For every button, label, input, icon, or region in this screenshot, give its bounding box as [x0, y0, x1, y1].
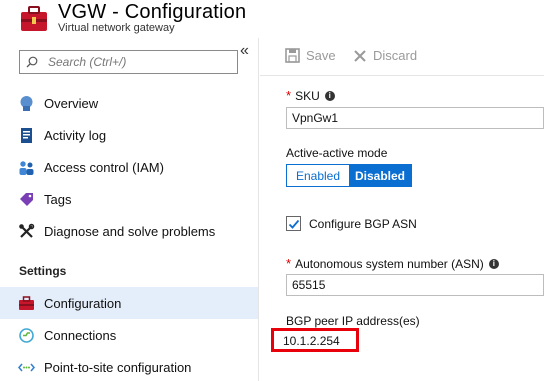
sku-field[interactable]: VpnGw1 — [286, 107, 544, 129]
info-icon[interactable]: i — [488, 258, 499, 269]
checkmark-icon — [288, 219, 299, 229]
info-icon[interactable]: i — [324, 90, 335, 101]
active-active-toggle: Enabled Disabled — [286, 164, 412, 187]
page-subtitle: Virtual network gateway — [58, 22, 175, 34]
page-title: VGW - Configuration — [58, 1, 247, 23]
sidebar-item-overview[interactable]: Overview — [0, 87, 258, 119]
toolbox-icon — [18, 295, 35, 312]
bgp-peer-label: BGP peer IP address(es) — [286, 314, 420, 328]
save-label: Save — [306, 48, 336, 63]
wrench-icon — [18, 223, 35, 240]
configure-bgp-label[interactable]: Configure BGP ASN — [309, 217, 417, 231]
vpn-gateway-icon — [21, 6, 47, 31]
sku-label: * SKU i — [286, 88, 335, 103]
sidebar-item-label: Overview — [44, 95, 99, 111]
configuration-panel: Save Discard * SKU i VpnGw1 Active-activ… — [260, 38, 544, 381]
sidebar-item-access-control[interactable]: Access control (IAM) — [0, 151, 258, 183]
sku-label-text: SKU — [295, 88, 320, 103]
close-icon — [354, 49, 366, 62]
settings-section-header: Settings — [19, 264, 67, 278]
command-bar: Save Discard — [260, 38, 544, 76]
people-icon — [18, 159, 35, 176]
sidebar-item-point-to-site[interactable]: Point-to-site configuration — [0, 351, 258, 381]
connections-icon — [18, 327, 35, 344]
sidebar-item-label: Activity log — [44, 127, 107, 143]
point-to-site-icon — [18, 359, 35, 376]
sidebar-item-activity-log[interactable]: Activity log — [0, 119, 258, 151]
collapse-menu-button[interactable]: « — [240, 42, 249, 60]
activity-log-icon — [18, 127, 35, 144]
search-placeholder: Search (Ctrl+/) — [48, 55, 127, 69]
sidebar-item-label: Diagnose and solve problems — [44, 223, 216, 239]
resource-menu: « Search (Ctrl+/) Overview Activity log … — [0, 38, 259, 381]
blade-header: VGW - Configuration Virtual network gate… — [0, 0, 544, 38]
required-marker: * — [286, 256, 292, 271]
bgp-peer-ip-field[interactable]: 10.1.2.254 — [283, 334, 340, 348]
sidebar-item-label: Point-to-site configuration — [44, 359, 192, 375]
active-active-label: Active-active mode — [286, 146, 388, 160]
toggle-disabled-option[interactable]: Disabled — [349, 165, 411, 186]
sidebar-item-diagnose[interactable]: Diagnose and solve problems — [0, 215, 258, 247]
sidebar-item-tags[interactable]: Tags — [0, 183, 258, 215]
discard-label: Discard — [373, 48, 418, 63]
asn-label-text: Autonomous system number (ASN) — [295, 256, 484, 271]
sidebar-item-configuration[interactable]: Configuration — [0, 287, 258, 319]
sidebar-item-label: Connections — [44, 327, 117, 343]
save-button[interactable]: Save — [285, 48, 336, 63]
required-marker: * — [286, 88, 292, 103]
sidebar-item-label: Access control (IAM) — [44, 159, 164, 175]
sidebar-item-label: Configuration — [44, 295, 122, 311]
sidebar-item-connections[interactable]: Connections — [0, 319, 258, 351]
configure-bgp-checkbox[interactable] — [286, 216, 301, 231]
tag-icon — [18, 191, 35, 208]
toggle-enabled-option[interactable]: Enabled — [287, 165, 349, 186]
overview-icon — [18, 95, 35, 112]
asn-label: * Autonomous system number (ASN) i — [286, 256, 499, 271]
discard-button[interactable]: Discard — [353, 48, 417, 63]
sidebar-item-label: Tags — [44, 191, 72, 207]
search-icon — [26, 56, 38, 68]
asn-field[interactable]: 65515 — [286, 274, 544, 296]
save-icon — [285, 48, 300, 63]
search-input[interactable]: Search (Ctrl+/) — [19, 50, 238, 74]
